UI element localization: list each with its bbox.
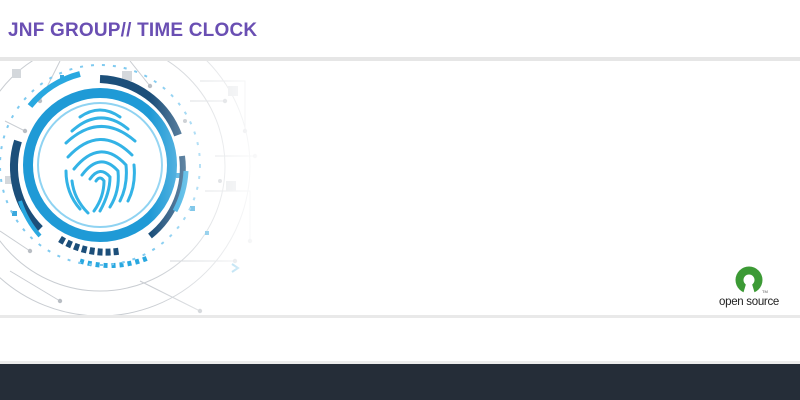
- content-area: [0, 318, 800, 361]
- footer: [0, 364, 800, 400]
- header: JNF GROUP// TIME CLOCK: [0, 0, 800, 57]
- banner: TM open source: [0, 61, 800, 315]
- open-source-label: open source: [719, 296, 779, 308]
- open-source-logo: TM open source: [712, 265, 786, 311]
- banner-fade: [150, 61, 800, 315]
- page-title: JNF GROUP// TIME CLOCK: [8, 20, 258, 41]
- svg-text:TM: TM: [762, 289, 768, 294]
- open-source-icon: TM: [735, 266, 768, 294]
- time-clock-page: JNF GROUP// TIME CLOCK TM open source: [0, 0, 800, 400]
